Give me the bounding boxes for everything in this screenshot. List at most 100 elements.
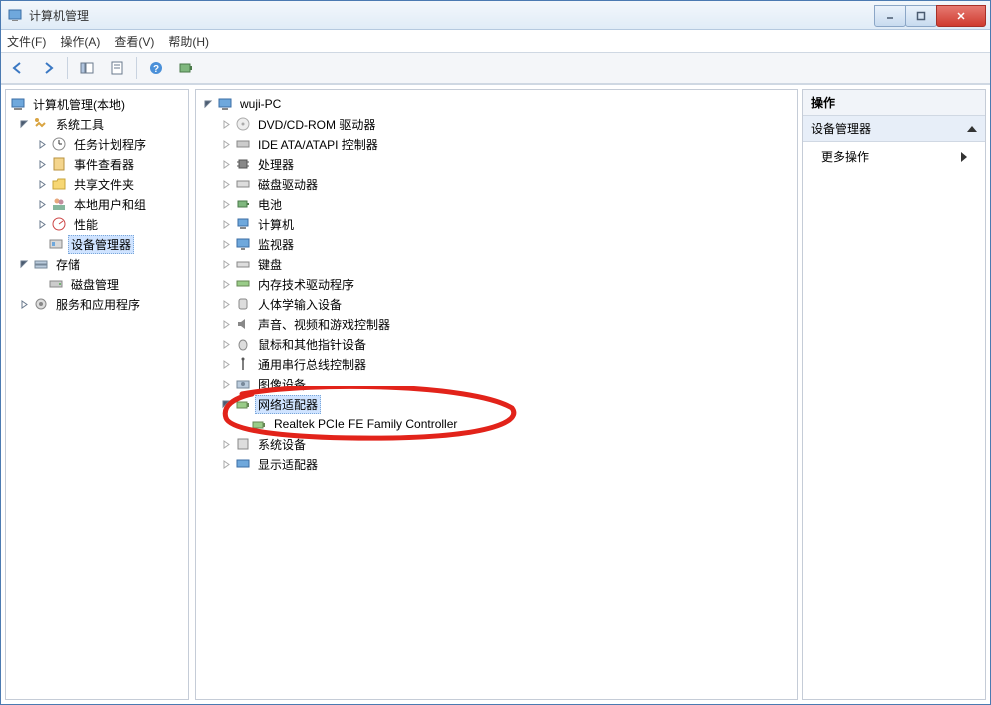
menu-view[interactable]: 查看(V): [114, 33, 154, 50]
expand-icon[interactable]: [220, 198, 232, 210]
expand-icon[interactable]: [220, 318, 232, 330]
actions-more[interactable]: 更多操作: [803, 142, 985, 171]
network-card-icon: [251, 416, 267, 432]
tree-label: 性能: [71, 215, 101, 234]
show-console-tree-button[interactable]: [74, 55, 100, 81]
titlebar: 计算机管理: [1, 1, 990, 30]
device-ide[interactable]: IDE ATA/ATAPI 控制器: [196, 134, 797, 154]
scan-hardware-button[interactable]: [173, 55, 199, 81]
collapse-icon[interactable]: [18, 258, 30, 270]
device-label: 电池: [255, 195, 285, 214]
help-button[interactable]: ?: [143, 55, 169, 81]
sound-icon: [235, 316, 251, 332]
expand-icon[interactable]: [220, 238, 232, 250]
device-hid[interactable]: 人体学输入设备: [196, 294, 797, 314]
device-usb[interactable]: 通用串行总线控制器: [196, 354, 797, 374]
expand-icon[interactable]: [36, 138, 48, 150]
toolbar: ?: [1, 52, 990, 84]
menu-help[interactable]: 帮助(H): [168, 33, 209, 50]
expand-icon[interactable]: [220, 438, 232, 450]
tree-local-users[interactable]: 本地用户和组: [6, 194, 188, 214]
tree-shared-folders[interactable]: 共享文件夹: [6, 174, 188, 194]
actions-context[interactable]: 设备管理器: [803, 116, 985, 142]
menubar: 文件(F) 操作(A) 查看(V) 帮助(H): [1, 30, 990, 52]
device-sound[interactable]: 声音、视频和游戏控制器: [196, 314, 797, 334]
menu-file[interactable]: 文件(F): [7, 33, 46, 50]
expand-icon[interactable]: [220, 158, 232, 170]
device-battery[interactable]: 电池: [196, 194, 797, 214]
expand-icon[interactable]: [220, 218, 232, 230]
expand-icon[interactable]: [220, 338, 232, 350]
tree-services-apps[interactable]: 服务和应用程序: [6, 294, 188, 314]
expand-icon[interactable]: [36, 158, 48, 170]
expand-icon[interactable]: [18, 298, 30, 310]
actions-pane: 操作 设备管理器 更多操作: [802, 89, 986, 700]
tree-device-manager[interactable]: 设备管理器: [6, 234, 188, 254]
tree-storage[interactable]: 存储: [6, 254, 188, 274]
device-label: IDE ATA/ATAPI 控制器: [255, 135, 381, 154]
services-icon: [33, 296, 49, 312]
expand-icon[interactable]: [220, 138, 232, 150]
forward-button[interactable]: [35, 55, 61, 81]
disk-drive-icon: [235, 176, 251, 192]
keyboard-icon: [235, 256, 251, 272]
device-tree-pane: wuji-PC DVD/CD-ROM 驱动器 IDE ATA/ATAPI 控制器…: [195, 89, 798, 700]
close-button[interactable]: [936, 5, 986, 27]
expand-icon[interactable]: [36, 198, 48, 210]
device-keyboard[interactable]: 键盘: [196, 254, 797, 274]
expand-icon[interactable]: [220, 258, 232, 270]
tree-performance[interactable]: 性能: [6, 214, 188, 234]
device-network-realtek[interactable]: Realtek PCIe FE Family Controller: [196, 414, 797, 434]
expand-icon[interactable]: [220, 178, 232, 190]
tools-icon: [33, 116, 49, 132]
tree-disk-management[interactable]: 磁盘管理: [6, 274, 188, 294]
memory-icon: [235, 276, 251, 292]
app-icon: [7, 7, 23, 23]
collapse-icon[interactable]: [202, 98, 214, 110]
back-button[interactable]: [5, 55, 31, 81]
device-system-devices[interactable]: 系统设备: [196, 434, 797, 454]
computer-small-icon: [235, 216, 251, 232]
tree-task-scheduler[interactable]: 任务计划程序: [6, 134, 188, 154]
tree-label: 事件查看器: [71, 155, 137, 174]
tree-root-computer-management[interactable]: 计算机管理(本地): [6, 94, 188, 114]
collapse-icon[interactable]: [220, 398, 232, 410]
tree-label: 系统工具: [53, 115, 107, 134]
device-monitor[interactable]: 监视器: [196, 234, 797, 254]
device-mouse[interactable]: 鼠标和其他指针设备: [196, 334, 797, 354]
expand-icon[interactable]: [36, 178, 48, 190]
properties-button[interactable]: [104, 55, 130, 81]
device-label: 监视器: [255, 235, 297, 254]
device-label: 声音、视频和游戏控制器: [255, 315, 393, 334]
device-computer[interactable]: 计算机: [196, 214, 797, 234]
device-disk-drives[interactable]: 磁盘驱动器: [196, 174, 797, 194]
maximize-button[interactable]: [905, 5, 937, 27]
minimize-button[interactable]: [874, 5, 906, 27]
actions-header: 操作: [803, 90, 985, 116]
submenu-arrow-icon: [961, 152, 967, 162]
expand-icon[interactable]: [220, 378, 232, 390]
tree-label: 磁盘管理: [68, 275, 122, 294]
expand-icon[interactable]: [220, 358, 232, 370]
shared-folder-icon: [51, 176, 67, 192]
expand-icon[interactable]: [220, 298, 232, 310]
expand-icon[interactable]: [220, 118, 232, 130]
tree-label: 服务和应用程序: [53, 295, 143, 314]
expand-icon[interactable]: [220, 458, 232, 470]
expand-icon[interactable]: [220, 278, 232, 290]
collapse-icon[interactable]: [18, 118, 30, 130]
expand-icon[interactable]: [36, 218, 48, 230]
tree-event-viewer[interactable]: 事件查看器: [6, 154, 188, 174]
device-cpu[interactable]: 处理器: [196, 154, 797, 174]
device-network-adapters[interactable]: 网络适配器: [196, 394, 797, 414]
menu-action[interactable]: 操作(A): [60, 33, 100, 50]
device-root[interactable]: wuji-PC: [196, 94, 797, 114]
device-display[interactable]: 显示适配器: [196, 454, 797, 474]
device-dvd[interactable]: DVD/CD-ROM 驱动器: [196, 114, 797, 134]
network-adapter-icon: [235, 396, 251, 412]
clock-icon: [51, 136, 67, 152]
tree-system-tools[interactable]: 系统工具: [6, 114, 188, 134]
device-memory-tech[interactable]: 内存技术驱动程序: [196, 274, 797, 294]
device-label: 磁盘驱动器: [255, 175, 321, 194]
device-imaging[interactable]: 图像设备: [196, 374, 797, 394]
